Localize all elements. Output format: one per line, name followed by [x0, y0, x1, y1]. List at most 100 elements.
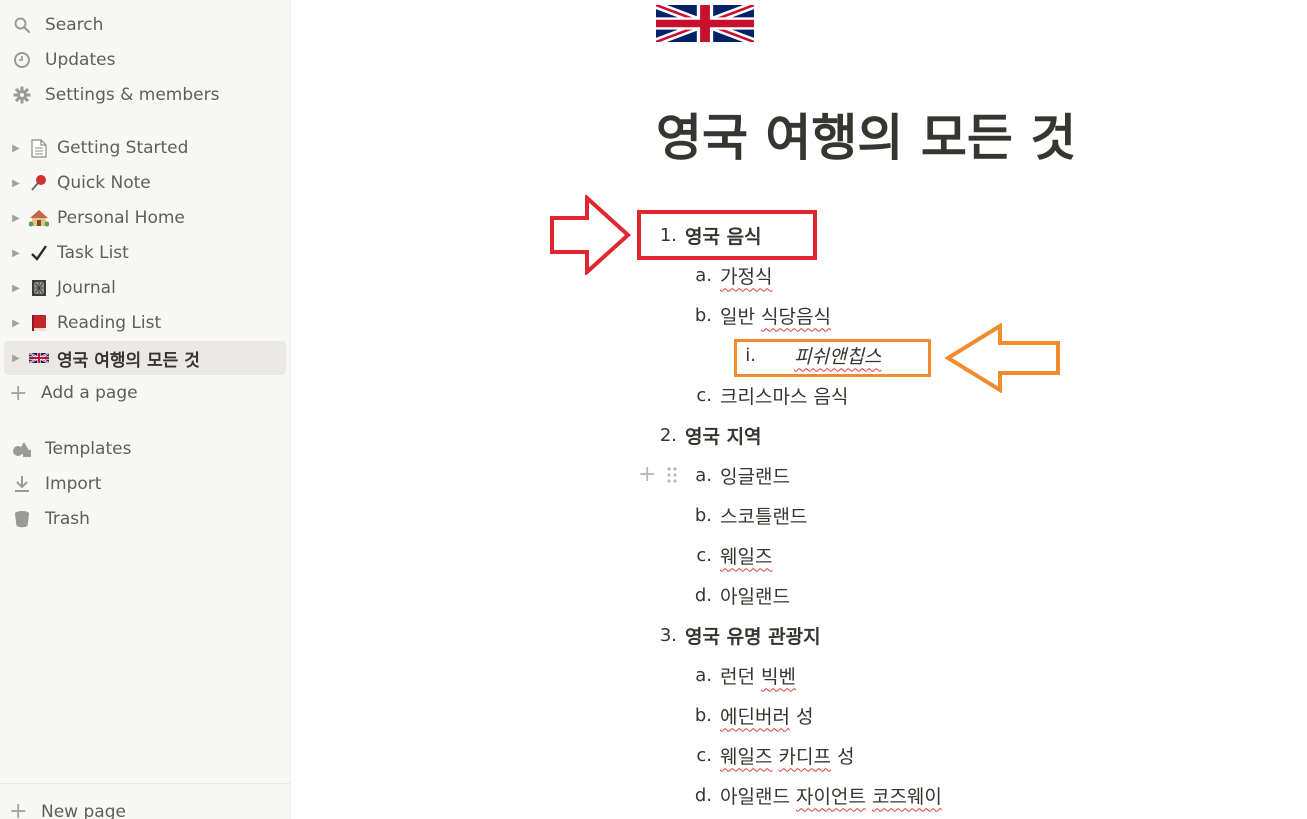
list-item-text: 자이언트	[795, 785, 866, 808]
list-item-text: 빅벤	[761, 665, 796, 688]
orange-arrow-icon	[944, 322, 1061, 397]
sidebar-import-label: Import	[45, 474, 102, 494]
list-item-text: 영국 음식	[685, 225, 762, 248]
list-marker: a.	[695, 264, 712, 286]
list-item-text: 잉글랜드	[720, 465, 790, 488]
list-item-text: 카디프	[778, 745, 831, 768]
block-handle: +	[638, 462, 678, 487]
expand-triangle-icon[interactable]: ▶	[10, 318, 22, 329]
sidebar: Search Updates Settings & members ▶ Gett…	[0, 0, 291, 819]
list-item[interactable]: a. 가정식	[684, 260, 772, 290]
list-item[interactable]: c. 웨일즈	[684, 540, 772, 570]
sidebar-new-page[interactable]: + New page	[0, 783, 291, 819]
list-item-text: 영국 유명 관광지	[685, 625, 821, 648]
new-page-label: New page	[41, 801, 126, 819]
expand-triangle-icon[interactable]: ▶	[10, 248, 22, 259]
sidebar-page-uk-travel[interactable]: ▶ 영국 여행의 모든 것	[4, 341, 286, 375]
expand-triangle-icon[interactable]: ▶	[10, 178, 22, 189]
add-block-plus-icon[interactable]: +	[638, 462, 656, 487]
list-item[interactable]: 1. 영국 음식	[649, 220, 762, 250]
list-item[interactable]: b. 에딘버러 성	[684, 700, 814, 730]
drag-handle-icon[interactable]	[666, 465, 678, 485]
sidebar-settings-label: Settings & members	[45, 85, 220, 105]
house-icon	[28, 207, 50, 229]
sidebar-page-personal-home[interactable]: ▶ Personal Home	[0, 201, 286, 235]
list-item[interactable]: d. 아일랜드	[684, 580, 790, 610]
sidebar-page-reading-list[interactable]: ▶ Reading List	[0, 306, 286, 340]
list-item[interactable]: i. 피쉬앤칩스	[728, 340, 881, 370]
sidebar-trash[interactable]: Trash	[0, 502, 286, 536]
sidebar-page-label: Getting Started	[57, 138, 189, 158]
pushpin-icon	[28, 172, 50, 194]
document-icon	[28, 137, 50, 159]
sidebar-page-task-list[interactable]: ▶ Task List	[0, 236, 286, 270]
list-item-text: 아일랜드	[720, 585, 790, 608]
list-marker: d.	[694, 584, 712, 606]
sidebar-settings[interactable]: Settings & members	[0, 78, 286, 112]
list-item[interactable]: 3. 영국 유명 관광지	[649, 620, 821, 650]
list-marker: a.	[695, 464, 712, 486]
list-item[interactable]: 2. 영국 지역	[649, 420, 762, 450]
list-marker: a.	[695, 664, 712, 686]
sidebar-import[interactable]: Import	[0, 467, 286, 501]
list-marker: 1.	[659, 224, 677, 246]
sidebar-templates[interactable]: Templates	[0, 432, 286, 466]
book-icon	[28, 312, 50, 334]
expand-triangle-icon[interactable]: ▶	[10, 213, 22, 224]
page-title[interactable]: 영국 여행의 모든 것	[656, 98, 1076, 170]
sidebar-trash-label: Trash	[45, 509, 90, 529]
templates-icon	[11, 438, 33, 460]
list-item[interactable]: d. 아일랜드 자이언트 코즈웨이	[684, 780, 942, 810]
add-page-label: Add a page	[41, 383, 138, 403]
uk-flag-icon	[28, 347, 50, 369]
import-icon	[11, 473, 33, 495]
sidebar-page-label: Personal Home	[57, 208, 185, 228]
list-item[interactable]: b. 일반 식당음식	[684, 300, 831, 330]
sidebar-page-quick-note[interactable]: ▶ Quick Note	[0, 166, 286, 200]
expand-triangle-icon[interactable]: ▶	[10, 353, 22, 364]
sidebar-page-getting-started[interactable]: ▶ Getting Started	[0, 131, 286, 165]
list-marker: b.	[694, 304, 712, 326]
list-item[interactable]: a. 런던 빅벤	[684, 660, 796, 690]
sidebar-page-label: Journal	[57, 278, 116, 298]
list-marker: c.	[696, 384, 712, 406]
list-marker: d.	[694, 784, 712, 806]
list-item-text: 웨일즈	[720, 545, 773, 568]
list-item-text: 웨일즈	[720, 745, 773, 768]
list-item[interactable]: b. 스코틀랜드	[684, 500, 808, 530]
sidebar-updates[interactable]: Updates	[0, 43, 286, 77]
sidebar-page-label: Quick Note	[57, 173, 151, 193]
gear-icon	[11, 84, 33, 106]
expand-triangle-icon[interactable]: ▶	[10, 283, 22, 294]
checkmark-icon	[28, 242, 50, 264]
list-item-text: 식당음식	[761, 305, 831, 328]
list-marker: c.	[696, 544, 712, 566]
sidebar-page-label: 영국 여행의 모든 것	[57, 350, 200, 371]
sidebar-search-label: Search	[45, 15, 104, 35]
list-item-text: 가정식	[720, 265, 773, 288]
sidebar-page-label: Reading List	[57, 313, 162, 333]
sidebar-page-journal[interactable]: ▶ Journal	[0, 271, 286, 305]
list-marker: i.	[745, 344, 756, 366]
list-marker: 2.	[659, 424, 677, 446]
list-item-text: 성	[789, 705, 814, 728]
list-item-text: 성	[830, 745, 855, 768]
sidebar-add-page[interactable]: + Add a page	[0, 376, 286, 410]
list-item-text: 스코틀랜드	[720, 505, 808, 528]
trash-icon	[11, 508, 33, 530]
list-item-text: 코즈웨이	[871, 785, 942, 808]
expand-triangle-icon[interactable]: ▶	[10, 143, 22, 154]
sidebar-page-label: Task List	[57, 243, 129, 263]
red-arrow-icon	[549, 193, 631, 279]
list-item[interactable]: c. 크리스마스 음식	[684, 380, 848, 410]
list-item-text: 아일랜드	[720, 785, 796, 808]
clock-icon	[11, 49, 33, 71]
list-item[interactable]: a. 잉글랜드	[684, 460, 790, 490]
plus-icon: +	[9, 799, 28, 819]
uk-flag-icon[interactable]	[656, 5, 754, 42]
list-item[interactable]: c. 웨일즈 카디프 성	[684, 740, 854, 770]
list-marker: b.	[694, 704, 712, 726]
list-item-text: 런던	[720, 665, 761, 688]
sidebar-search[interactable]: Search	[0, 8, 286, 42]
list-item-text: 에딘버러	[720, 705, 790, 728]
